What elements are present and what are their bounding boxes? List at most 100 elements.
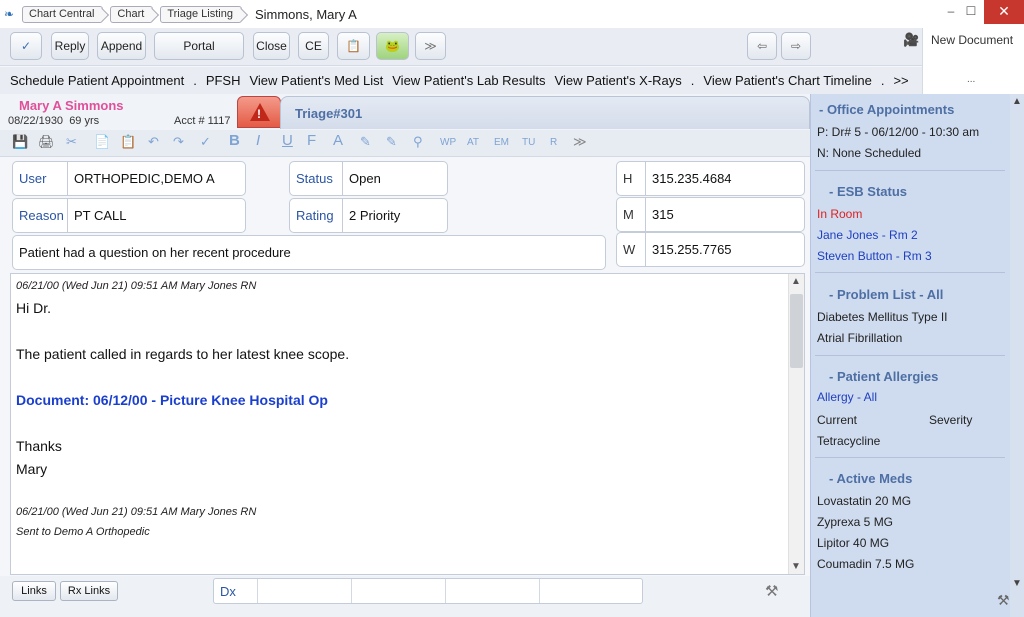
active-meds-header[interactable]: - Active Meds bbox=[829, 471, 912, 486]
reply-button[interactable]: Reply bbox=[51, 32, 89, 60]
save-icon[interactable]: 💾 bbox=[12, 134, 28, 150]
cut-icon[interactable]: ✂ bbox=[66, 134, 77, 150]
breadcrumb-chart[interactable]: Chart bbox=[110, 5, 154, 23]
em-button[interactable]: EM bbox=[494, 137, 509, 148]
back-arrow-button[interactable]: ⇦ bbox=[747, 32, 777, 60]
bold-icon[interactable]: B bbox=[229, 132, 240, 149]
window-title: Simmons, Mary A bbox=[254, 6, 357, 22]
print-icon[interactable]: 🖨 bbox=[38, 134, 55, 150]
dx-field[interactable]: Dx bbox=[213, 578, 643, 604]
summary-field[interactable]: Patient had a question on her recent pro… bbox=[12, 235, 606, 270]
r-button[interactable]: R bbox=[550, 137, 557, 148]
italic-icon[interactable]: I bbox=[256, 132, 260, 149]
scroll-thumb[interactable] bbox=[790, 294, 803, 368]
ce-button[interactable]: CE bbox=[298, 32, 329, 60]
append-button[interactable]: Append bbox=[97, 32, 146, 60]
action-med-list[interactable]: View Patient's Med List bbox=[249, 73, 383, 88]
esb-status-header[interactable]: - ESB Status bbox=[829, 184, 907, 199]
reason-field[interactable]: Reason PT CALL bbox=[12, 198, 246, 233]
close-button[interactable]: Close bbox=[253, 32, 290, 60]
microphone-icon[interactable]: ⚲ bbox=[413, 134, 423, 150]
phone-work-field[interactable]: W 315.255.7765 bbox=[616, 232, 805, 267]
rating-label: Rating bbox=[290, 199, 343, 232]
frog-button[interactable]: 🐸 bbox=[376, 32, 409, 60]
phone-home-field[interactable]: H 315.235.4684 bbox=[616, 161, 805, 196]
pen-icon[interactable]: ✎ bbox=[386, 134, 397, 150]
patient-name[interactable]: Mary A Simmons bbox=[19, 98, 124, 113]
clipboard-button[interactable]: 📋 bbox=[337, 32, 370, 60]
status-value: Open bbox=[349, 171, 381, 186]
rating-field[interactable]: Rating 2 Priority bbox=[289, 198, 448, 233]
clipboard-icon: 📋 bbox=[346, 39, 361, 53]
notes-editor[interactable]: 06/21/00 (Wed Jun 21) 09:51 AM Mary Jone… bbox=[10, 273, 805, 575]
bottom-bar: Links Rx Links Dx ⚒ bbox=[0, 576, 810, 617]
forward-arrow-button[interactable]: ⇨ bbox=[781, 32, 811, 60]
scroll-down-icon[interactable]: ▼ bbox=[791, 561, 801, 572]
note-signature: Mary bbox=[16, 461, 48, 477]
dx-cell[interactable] bbox=[445, 579, 539, 603]
action-pfsh[interactable]: PFSH bbox=[206, 73, 241, 88]
scroll-up-icon[interactable]: ▲ bbox=[791, 276, 801, 287]
highlight-icon[interactable]: ✎ bbox=[360, 134, 371, 150]
sidebar-scrollbar[interactable]: ▲ ▼ bbox=[1010, 94, 1024, 617]
action-xrays[interactable]: View Patient's X-Rays bbox=[555, 73, 682, 88]
phone-home-label: H bbox=[617, 162, 646, 195]
dx-cell[interactable] bbox=[257, 579, 351, 603]
phone-mobile-field[interactable]: M 315 bbox=[616, 197, 805, 232]
esb-room-item[interactable]: Jane Jones - Rm 2 bbox=[817, 228, 918, 242]
divider bbox=[815, 457, 1005, 458]
font-color-icon[interactable]: A bbox=[333, 132, 343, 149]
tools-icon[interactable]: ⚒ bbox=[765, 582, 778, 600]
paste-icon[interactable]: 📋 bbox=[120, 134, 136, 150]
wp-button[interactable]: WP bbox=[440, 137, 456, 148]
tools-icon[interactable]: ⚒ bbox=[997, 592, 1010, 609]
maximize-button[interactable]: ☐ bbox=[956, 0, 986, 24]
copy-icon[interactable]: 📄 bbox=[94, 134, 110, 150]
status-field[interactable]: Status Open bbox=[289, 161, 448, 196]
forward-button[interactable]: ≫ bbox=[415, 32, 446, 60]
font-icon[interactable]: F bbox=[307, 132, 316, 149]
underline-icon[interactable]: U bbox=[282, 132, 293, 149]
dx-cell[interactable] bbox=[539, 579, 642, 603]
close-window-button[interactable]: ✕ bbox=[984, 0, 1024, 24]
action-schedule-appointment[interactable]: Schedule Patient Appointment bbox=[10, 73, 184, 88]
dx-cell[interactable] bbox=[351, 579, 445, 603]
user-field[interactable]: User ORTHOPEDIC,DEMO A bbox=[12, 161, 246, 196]
breadcrumb-triage-listing[interactable]: Triage Listing bbox=[160, 5, 242, 23]
rx-links-button[interactable]: Rx Links bbox=[60, 581, 118, 601]
new-document-more[interactable]: ... bbox=[967, 74, 975, 85]
spellcheck-icon[interactable]: ✓ bbox=[200, 134, 211, 150]
patient-allergies-header[interactable]: - Patient Allergies bbox=[829, 369, 938, 384]
action-more[interactable]: >> bbox=[893, 73, 908, 88]
redo-icon[interactable]: ↷ bbox=[173, 134, 184, 150]
portal-messages-button[interactable]: Portal Messages bbox=[154, 32, 244, 79]
status-label: Status bbox=[290, 162, 343, 195]
links-button[interactable]: Links bbox=[12, 581, 56, 601]
action-lab-results[interactable]: View Patient's Lab Results bbox=[392, 73, 545, 88]
office-appointments-header[interactable]: - Office Appointments bbox=[819, 102, 954, 117]
tab-triage[interactable]: Triage#301 bbox=[280, 96, 810, 129]
check-button[interactable]: ✓ bbox=[10, 32, 42, 60]
allergy-filter[interactable]: Allergy - All bbox=[817, 390, 877, 404]
document-link[interactable]: Document: 06/12/00 - Picture Knee Hospit… bbox=[16, 392, 328, 408]
esb-room-item[interactable]: Steven Button - Rm 3 bbox=[817, 249, 932, 263]
scroll-up-icon[interactable]: ▲ bbox=[1012, 96, 1022, 107]
scroll-down-icon[interactable]: ▼ bbox=[1012, 578, 1022, 589]
esb-in-room[interactable]: In Room bbox=[817, 207, 862, 221]
med-item: Lipitor 40 MG bbox=[817, 536, 890, 550]
action-chart-timeline[interactable]: View Patient's Chart Timeline bbox=[703, 73, 871, 88]
new-document-panel[interactable]: New Document ... bbox=[922, 28, 1024, 94]
notes-scrollbar[interactable]: ▲ ▼ bbox=[788, 274, 804, 574]
title-bar: ❧ Chart Central Chart Triage Listing Sim… bbox=[0, 0, 1024, 28]
alert-tab[interactable]: ! bbox=[237, 96, 281, 128]
app-logo-icon: ❧ bbox=[4, 7, 15, 21]
breadcrumb-chart-central[interactable]: Chart Central bbox=[22, 5, 104, 23]
camera-icon[interactable]: 🎥 bbox=[903, 32, 919, 48]
main-toolbar: ✓ Reply Append Portal Messages Close CE … bbox=[0, 28, 922, 79]
right-sidebar: - Office Appointments P: Dr# 5 - 06/12/0… bbox=[810, 94, 1024, 617]
more-format-icon[interactable]: ≫ bbox=[573, 134, 587, 150]
at-button[interactable]: AT bbox=[467, 137, 479, 148]
problem-list-header[interactable]: - Problem List - All bbox=[829, 287, 943, 302]
tu-button[interactable]: TU bbox=[522, 137, 535, 148]
undo-icon[interactable]: ↶ bbox=[148, 134, 159, 150]
